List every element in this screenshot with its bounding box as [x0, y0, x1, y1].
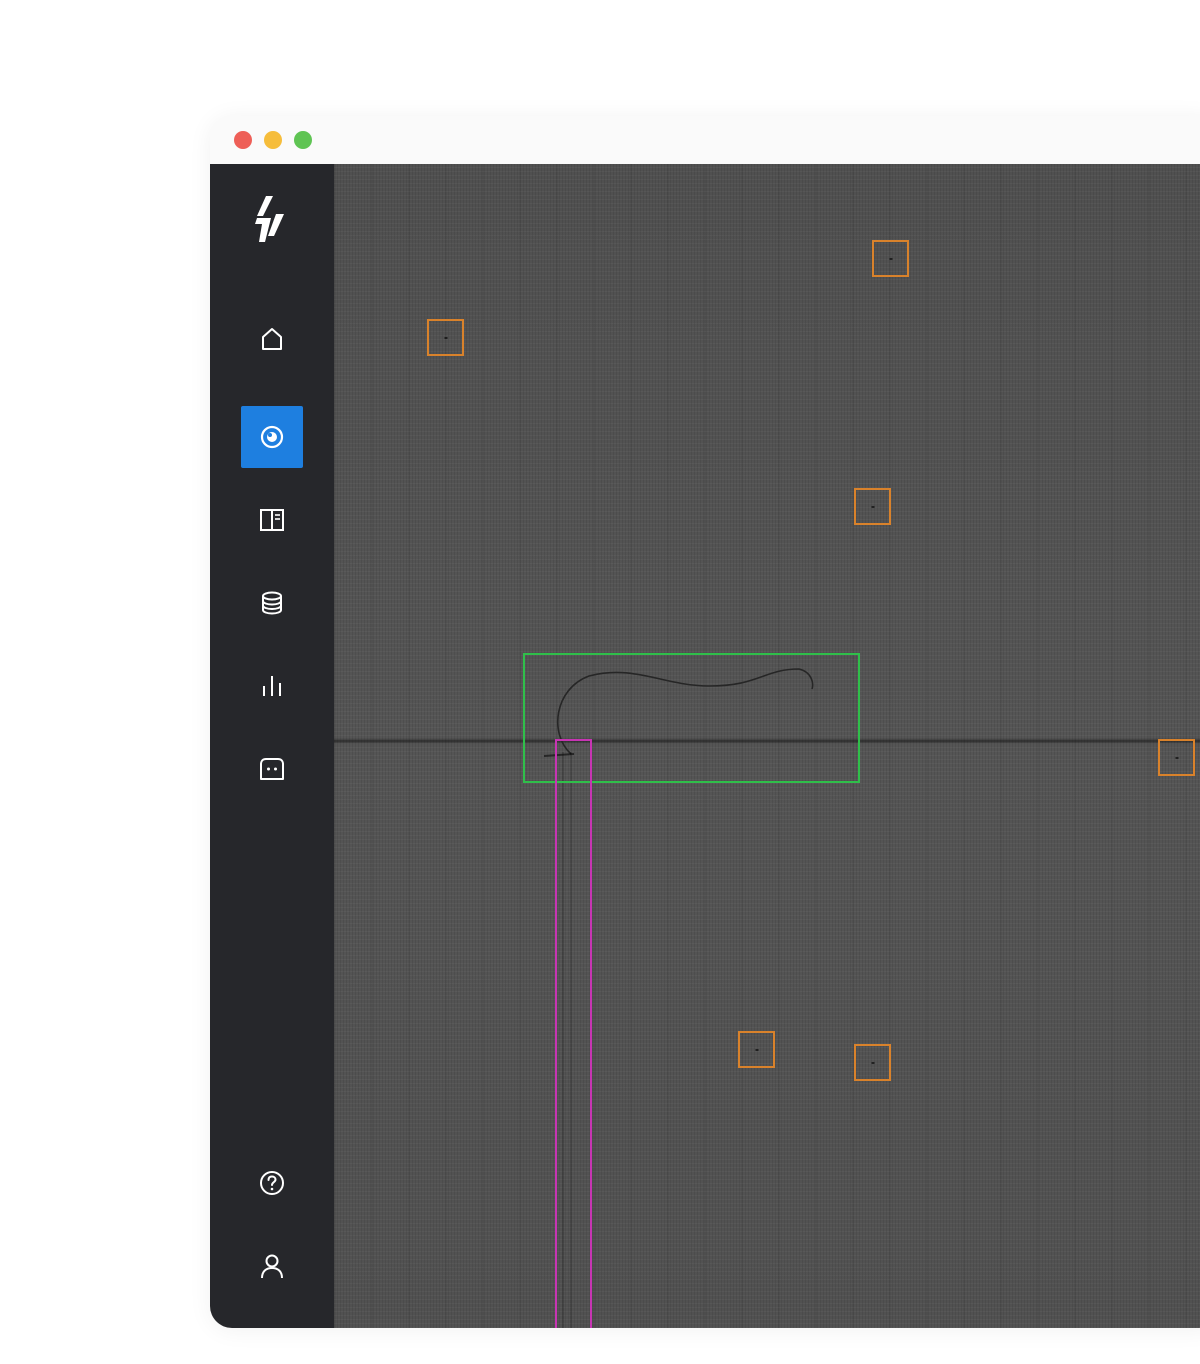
inspection-image-viewer[interactable] — [334, 164, 1200, 1328]
maximize-window-button[interactable] — [294, 131, 312, 149]
minimize-window-button[interactable] — [264, 131, 282, 149]
spot-defect-box[interactable] — [738, 1031, 775, 1068]
help-circle-icon — [260, 1171, 284, 1195]
sidebar-item-data[interactable] — [241, 572, 303, 634]
line-defect-box[interactable] — [555, 739, 592, 1328]
home-icon — [262, 328, 282, 350]
user-icon — [261, 1254, 283, 1279]
sidebar-item-inspection[interactable] — [241, 406, 303, 468]
spot-defect-box[interactable] — [1158, 739, 1195, 776]
sidebar-item-layout[interactable] — [241, 489, 303, 551]
close-window-button[interactable] — [234, 131, 252, 149]
eye-icon — [260, 425, 284, 449]
bar-chart-icon — [263, 676, 281, 696]
chat-bot-icon — [260, 758, 284, 780]
sidebar — [210, 164, 334, 1328]
spot-defect-box[interactable] — [427, 319, 464, 356]
sidebar-item-home[interactable] — [241, 308, 303, 370]
lightning-slash-logo[interactable] — [254, 196, 290, 242]
app-window — [210, 116, 1200, 1328]
spot-defect-box[interactable] — [854, 1044, 891, 1081]
help-button[interactable] — [241, 1152, 303, 1214]
user-account-button[interactable] — [241, 1235, 303, 1297]
spot-defect-box[interactable] — [854, 488, 891, 525]
database-icon — [262, 591, 282, 615]
sidebar-item-assistant[interactable] — [241, 738, 303, 800]
panel-layout-icon — [260, 509, 284, 531]
title-bar — [210, 116, 1200, 164]
spot-defect-box[interactable] — [872, 240, 909, 277]
sidebar-item-analytics[interactable] — [241, 655, 303, 717]
